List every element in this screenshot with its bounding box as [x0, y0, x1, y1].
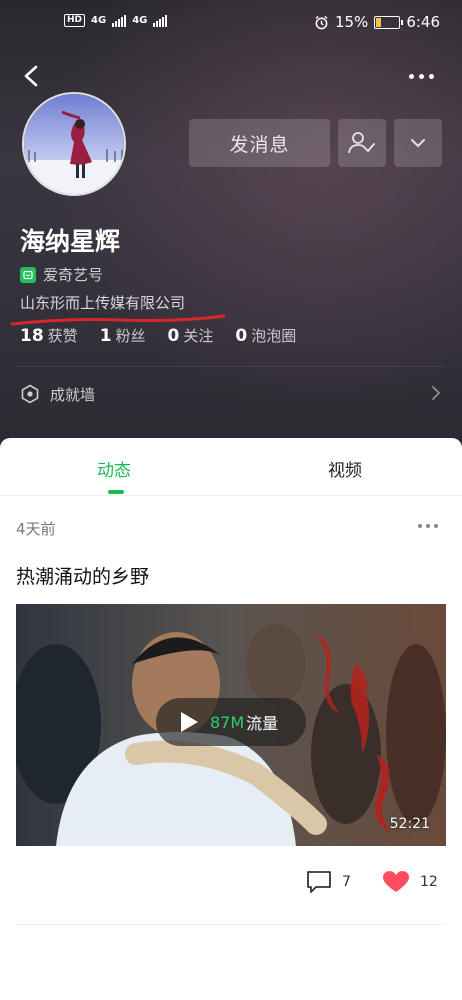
more-options-button[interactable]: [394, 119, 442, 167]
avatar[interactable]: [22, 92, 126, 196]
achievement-wall-row[interactable]: 成就墙: [20, 380, 442, 408]
like-count: 12: [420, 874, 438, 890]
heart-icon: [383, 871, 409, 892]
stat-fans[interactable]: 1 粉丝: [100, 325, 146, 346]
traffic-value: 87M: [210, 712, 245, 732]
play-button[interactable]: 87M 流量: [156, 698, 306, 746]
clock-time: 6:46: [406, 13, 440, 31]
signal-2-icon: [153, 14, 168, 27]
tab-videos[interactable]: 视频: [328, 456, 362, 481]
status-right: 15% 6:46: [314, 13, 440, 31]
play-icon: [181, 712, 198, 732]
traffic-label: 流量: [246, 714, 279, 733]
tab-dynamics[interactable]: 动态: [97, 456, 131, 481]
send-message-button[interactable]: 发消息: [189, 119, 330, 167]
profile-header: HD 4G 4G 15% 6:46 发消息 海纳星辉 爱奇艺号 山东形而上传媒有…: [0, 0, 462, 460]
hd-badge: HD: [64, 14, 86, 27]
alarm-icon: [315, 15, 328, 29]
comment-icon: [307, 871, 331, 893]
platform-icon: [20, 266, 36, 283]
profile-name: 海纳星辉: [20, 227, 121, 256]
signal-2-label: 4G: [132, 15, 148, 26]
post-more-icon[interactable]: [418, 524, 438, 528]
more-icon[interactable]: [406, 66, 436, 86]
post-divider: [16, 924, 446, 925]
tab-indicator: [108, 490, 124, 494]
achievement-icon: [21, 384, 39, 404]
content-card: 动态 视频 4天前 热潮涌动的乡野 87M 流量 52:21 7 12: [0, 438, 462, 1000]
chevron-down-icon: [411, 139, 425, 148]
signal-1-icon: [112, 14, 127, 27]
video-duration: 52:21: [389, 816, 430, 832]
post-title[interactable]: 热潮涌动的乡野: [16, 562, 149, 589]
battery-percent: 15%: [334, 13, 369, 31]
comment-count: 7: [342, 874, 351, 890]
profile-stats: 18 获赞 1 粉丝 0 关注 0 泡泡圈: [20, 325, 296, 346]
comment-button[interactable]: 7: [306, 870, 351, 894]
chevron-right-icon: [432, 386, 441, 400]
tab-bar: 动态 视频: [0, 438, 462, 496]
back-icon[interactable]: [18, 62, 46, 90]
follow-button[interactable]: [338, 119, 386, 167]
stat-bubble-circle[interactable]: 0 泡泡圈: [235, 325, 296, 346]
platform-row: 爱奇艺号: [20, 264, 103, 285]
post-actions: 7 12: [0, 870, 462, 900]
status-left: HD 4G 4G: [64, 14, 168, 27]
stat-following[interactable]: 0 关注: [168, 325, 214, 346]
achievement-wall-label: 成就墙: [50, 385, 96, 404]
stat-likes[interactable]: 18 获赞: [20, 325, 78, 346]
post-time: 4天前: [16, 520, 56, 538]
battery-icon: [374, 15, 404, 29]
follow-check-icon: [348, 132, 375, 154]
platform-label: 爱奇艺号: [43, 266, 104, 284]
signal-1-label: 4G: [91, 15, 107, 26]
video-thumbnail[interactable]: 87M 流量 52:21: [16, 604, 446, 846]
header-divider: [16, 366, 446, 367]
status-bar: HD 4G 4G 15% 6:46: [0, 0, 462, 44]
like-button[interactable]: 12: [382, 870, 438, 894]
